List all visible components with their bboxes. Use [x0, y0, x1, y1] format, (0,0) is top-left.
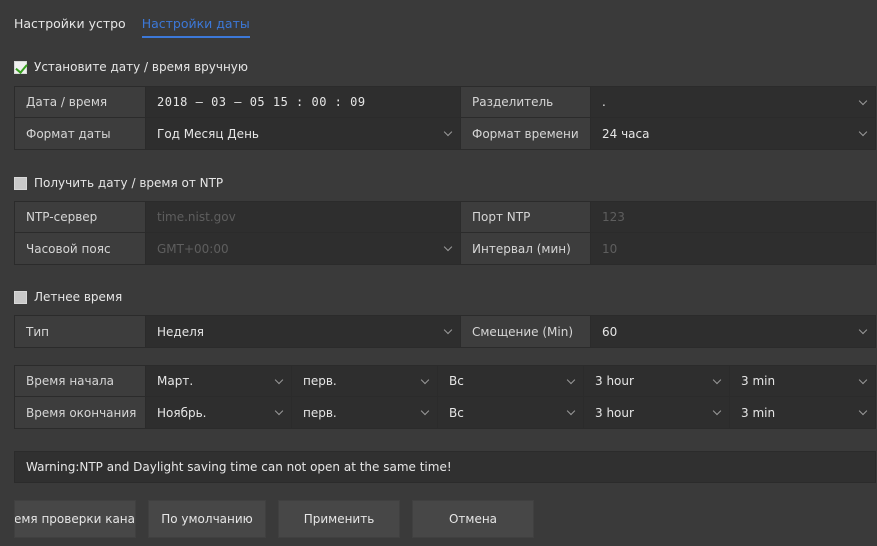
chevron-down-icon	[858, 406, 868, 416]
ntp-server-row: NTP-сервер time.nist.gov Порт NTP 123	[15, 202, 875, 233]
time-format-value: 24 часа	[602, 126, 650, 141]
end-day-value: Вс	[449, 405, 464, 420]
start-min-value: 3 min	[741, 374, 776, 388]
separator-label: Разделитель	[461, 87, 591, 117]
ntp-checkbox[interactable]	[14, 176, 27, 190]
start-week-value: перв.	[303, 374, 337, 388]
chevron-down-icon	[858, 375, 868, 385]
datetime-value: 2018 – 03 – 05 15 : 00 : 09	[157, 95, 366, 109]
manual-time-checkbox[interactable]	[14, 60, 27, 74]
dst-offset-label: Смещение (Min)	[461, 316, 591, 347]
start-day-select[interactable]: Вс	[438, 366, 584, 396]
ntp-server-label: NTP-сервер	[15, 202, 146, 232]
datetime-label: Дата / время	[15, 87, 146, 117]
chevron-down-icon	[443, 127, 453, 137]
interval-input[interactable]: 10	[591, 233, 875, 264]
datetime-row: Дата / время 2018 – 03 – 05 15 : 00 : 09…	[15, 87, 875, 118]
chevron-down-icon	[566, 406, 576, 416]
start-week-select[interactable]: перв.	[292, 366, 438, 396]
timezone-value: GMT+00:00	[157, 241, 229, 256]
start-min-select[interactable]: 3 min	[730, 366, 875, 396]
dst-type-select[interactable]: Неделя	[146, 316, 461, 347]
chevron-down-icon	[858, 127, 868, 137]
manual-time-label: Установите дату / время вручную	[34, 60, 249, 74]
end-min-value: 3 min	[741, 405, 776, 420]
tab-device-settings[interactable]: Настройки устро	[14, 16, 126, 38]
end-month-select[interactable]: Ноябрь.	[146, 397, 292, 428]
ntp-label: Получить дату / время от NTP	[34, 176, 224, 190]
chevron-down-icon	[858, 325, 868, 335]
timezone-row: Часовой пояс GMT+00:00 Интервал (мин) 10	[15, 233, 875, 264]
timezone-label: Часовой пояс	[15, 233, 146, 264]
ntp-grid: NTP-сервер time.nist.gov Порт NTP 123 Ча…	[14, 201, 876, 265]
datetime-input[interactable]: 2018 – 03 – 05 15 : 00 : 09	[146, 87, 461, 117]
end-min-select[interactable]: 3 min	[730, 397, 875, 428]
ntp-server-input[interactable]: time.nist.gov	[146, 202, 461, 232]
end-hour-select[interactable]: 3 hour	[584, 397, 730, 428]
chevron-down-icon	[858, 96, 868, 106]
format-row: Формат даты Год Месяц День Формат времен…	[15, 118, 875, 149]
end-week-select[interactable]: перв.	[292, 397, 438, 428]
check-time-button[interactable]: ремя проверки кана	[14, 500, 136, 538]
warning-message: Warning:NTP and Daylight saving time can…	[14, 451, 876, 483]
manual-time-option[interactable]: Установите дату / время вручную	[14, 60, 248, 74]
time-format-select[interactable]: 24 часа	[591, 118, 875, 149]
tab-date-settings[interactable]: Настройки даты	[141, 16, 250, 38]
button-bar: ремя проверки кана По умолчанию Применит…	[14, 500, 534, 538]
ntp-option[interactable]: Получить дату / время от NTP	[14, 176, 223, 190]
start-hour-value: 3 hour	[595, 374, 634, 388]
separator-select[interactable]: .	[591, 87, 875, 117]
start-day-value: Вс	[449, 374, 464, 388]
end-week-value: перв.	[303, 405, 337, 420]
date-format-select[interactable]: Год Месяц День	[146, 118, 461, 149]
timezone-select[interactable]: GMT+00:00	[146, 233, 461, 264]
start-month-select[interactable]: Март.	[146, 366, 292, 396]
date-format-label: Формат даты	[15, 118, 146, 149]
dst-end-row: Время окончания Ноябрь. перв. Вс 3 hour …	[15, 397, 875, 428]
chevron-down-icon	[443, 325, 453, 335]
apply-button[interactable]: Применить	[278, 500, 400, 538]
dst-start-row: Время начала Март. перв. Вс 3 hour 3 min	[15, 366, 875, 397]
end-hour-value: 3 hour	[595, 405, 634, 420]
end-day-select[interactable]: Вс	[438, 397, 584, 428]
dst-offset-value: 60	[602, 324, 618, 339]
default-button[interactable]: По умолчанию	[148, 500, 266, 538]
chevron-down-icon	[274, 406, 284, 416]
cancel-button[interactable]: Отмена	[412, 500, 534, 538]
chevron-down-icon	[274, 375, 284, 385]
chevron-down-icon	[712, 406, 722, 416]
end-month-value: Ноябрь.	[157, 405, 207, 420]
chevron-down-icon	[420, 375, 430, 385]
interval-label: Интервал (мин)	[461, 233, 591, 264]
chevron-down-icon	[443, 242, 453, 252]
separator-value: .	[602, 95, 606, 109]
dst-checkbox[interactable]	[14, 290, 27, 304]
chevron-down-icon	[712, 375, 722, 385]
start-hour-select[interactable]: 3 hour	[584, 366, 730, 396]
start-month-value: Март.	[157, 374, 194, 388]
chevron-down-icon	[566, 375, 576, 385]
dst-type-grid: Тип Неделя Смещение (Min) 60	[14, 315, 876, 348]
ntp-port-input[interactable]: 123	[591, 202, 875, 232]
dst-offset-select[interactable]: 60	[591, 316, 875, 347]
date-format-value: Год Месяц День	[157, 126, 259, 141]
chevron-down-icon	[420, 406, 430, 416]
manual-time-grid: Дата / время 2018 – 03 – 05 15 : 00 : 09…	[14, 86, 876, 150]
dst-period-grid: Время начала Март. перв. Вс 3 hour 3 min…	[14, 365, 876, 429]
time-format-label: Формат времени	[461, 118, 591, 149]
dst-label: Летнее время	[34, 290, 123, 304]
dst-type-label: Тип	[15, 316, 146, 347]
dst-type-value: Неделя	[157, 324, 204, 339]
dst-end-label: Время окончания	[15, 397, 146, 428]
dst-start-label: Время начала	[15, 366, 146, 396]
dst-type-row: Тип Неделя Смещение (Min) 60	[15, 316, 875, 347]
ntp-port-label: Порт NTP	[461, 202, 591, 232]
tab-bar: Настройки устро Настройки даты	[14, 16, 250, 38]
dst-option[interactable]: Летнее время	[14, 290, 122, 304]
